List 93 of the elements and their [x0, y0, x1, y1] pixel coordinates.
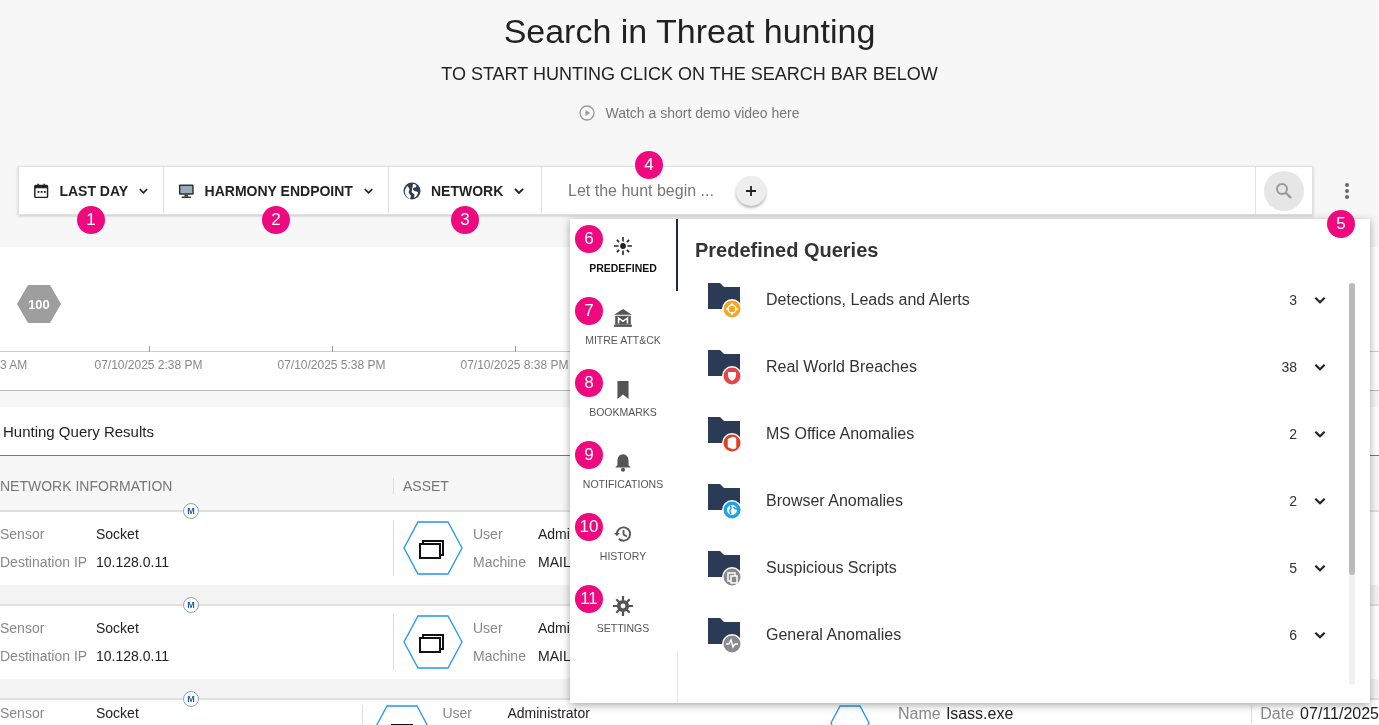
axis-label: 07/10/2025 2:38 PM: [94, 358, 203, 372]
query-category[interactable]: Browser Anomalies 2: [706, 467, 1349, 534]
field-value: Admi: [538, 526, 571, 542]
callout-number: 11: [575, 585, 603, 613]
field-value: 07/11/2025: [1300, 705, 1379, 723]
query-count: 6: [1289, 626, 1297, 643]
field-value: Admi: [538, 620, 571, 636]
category-name: Browser Anomalies: [766, 491, 904, 510]
event-count-bubble: 100: [17, 285, 61, 323]
category-name: Suspicious Scripts: [766, 558, 898, 577]
axis-label: 07/10/2025 8:38 PM: [460, 358, 569, 372]
category-name: Real World Breaches: [766, 357, 918, 376]
filter-dropdown[interactable]: NETWORK: [389, 167, 541, 214]
field-value: Administrator: [507, 705, 590, 721]
field-value: Socket: [96, 620, 140, 636]
field-value: Socket: [96, 705, 139, 721]
field-label: Machine: [473, 554, 527, 570]
query-category[interactable]: Detections, Leads and Alerts 3: [706, 266, 1349, 333]
callout-number: 7: [575, 297, 603, 325]
history-icon: [613, 524, 633, 544]
panel-nav-tab[interactable]: MITRE ATT&CK 7: [570, 291, 678, 363]
field-label: Date: [1260, 705, 1295, 723]
panel-nav-tab[interactable]: NOTIFICATIONS 9: [570, 435, 678, 507]
filter-dropdown[interactable]: HARMONY ENDPOINT: [164, 167, 388, 214]
panel-nav-tab[interactable]: HISTORY 10: [570, 507, 678, 579]
field-value: lsass.exe: [946, 705, 1014, 723]
callout-number: 3: [451, 206, 479, 234]
query-count: 2: [1289, 492, 1297, 509]
more-vertical-icon: [1345, 181, 1349, 200]
query-category[interactable]: MS Office Anomalies 2: [706, 400, 1349, 467]
mitre-marker: M: [183, 597, 199, 613]
field-label: User: [473, 526, 504, 542]
mitre-marker: M: [183, 503, 199, 519]
query-count: 2: [1289, 425, 1297, 442]
page-subtitle: TO START HUNTING CLICK ON THE SEARCH BAR BELOW: [441, 64, 938, 85]
callout-number: 5: [1327, 209, 1355, 238]
axis-label: 3 AM: [0, 358, 28, 372]
axis-label: 07/10/2025 5:38 PM: [277, 358, 386, 372]
panel-nav-tab[interactable]: SETTINGS 11: [570, 579, 678, 651]
field-value: 10.128.0.11: [96, 554, 169, 570]
field-label: Destination IP: [0, 648, 89, 664]
page-title: Search in Threat hunting: [503, 11, 876, 52]
query-count: 5: [1289, 559, 1297, 576]
globe-icon: [403, 181, 421, 200]
field-label: Machine: [473, 648, 527, 664]
gear-icon: [613, 596, 633, 616]
field-label: Sensor: [0, 526, 46, 542]
callout-number: 2: [262, 206, 290, 234]
search-icon: [1275, 181, 1293, 200]
callout-number: 6: [575, 225, 603, 253]
column-header: ASSET: [402, 478, 449, 494]
query-count: 38: [1281, 358, 1297, 375]
callout-number: 9: [575, 441, 603, 469]
results-title: Hunting Query Results: [3, 422, 154, 440]
callout-number: 10: [575, 513, 603, 541]
callout-number: 4: [635, 151, 663, 179]
category-name: MS Office Anomalies: [766, 424, 916, 443]
mitre-marker: M: [183, 691, 199, 707]
field-value: 10.128.0.11: [96, 648, 169, 664]
bank-icon: [613, 308, 633, 328]
asset-hexagon-icon: [403, 521, 463, 575]
bell-icon: [613, 452, 633, 472]
callout-number: 8: [575, 369, 603, 397]
asset-hexagon-icon: [403, 615, 463, 669]
panel-nav-tab[interactable]: BOOKMARKS 8: [570, 363, 678, 435]
query-category[interactable]: Real World Breaches 38: [706, 333, 1349, 400]
sparkle-icon: [613, 236, 633, 256]
field-label: Name: [897, 705, 941, 723]
filter-dropdown[interactable]: LAST DAY: [19, 167, 163, 214]
scrollbar-thumb[interactable]: [1349, 283, 1355, 575]
callout-number: 1: [77, 206, 105, 234]
field-value: Socket: [96, 526, 140, 542]
play-icon: [579, 105, 596, 121]
query-category[interactable]: Suspicious Scripts 5: [706, 534, 1349, 601]
search-field[interactable]: Let the hunt begin ...: [566, 180, 730, 201]
field-label: Destination IP: [0, 554, 89, 570]
search-button[interactable]: [1264, 170, 1304, 211]
column-header: NETWORK INFORMATION: [0, 478, 394, 494]
field-label: User: [442, 705, 473, 721]
plus-icon: [745, 184, 757, 197]
category-name: General Anomalies: [766, 625, 903, 644]
field-label: User: [473, 620, 504, 636]
query-category[interactable]: General Anomalies 6: [706, 601, 1349, 668]
add-button[interactable]: [736, 175, 766, 206]
panel-title: Predefined Queries: [695, 239, 879, 263]
category-name: Detections, Leads and Alerts: [766, 290, 971, 309]
calendar-icon: [33, 181, 50, 200]
field-value: MAIL: [538, 554, 571, 570]
field-label: Sensor: [0, 705, 46, 721]
query-count: 3: [1289, 291, 1297, 308]
field-label: Sensor: [0, 620, 46, 636]
panel-nav-tab[interactable]: PREDEFINED 6: [570, 219, 678, 291]
field-value: MAIL: [538, 648, 571, 664]
